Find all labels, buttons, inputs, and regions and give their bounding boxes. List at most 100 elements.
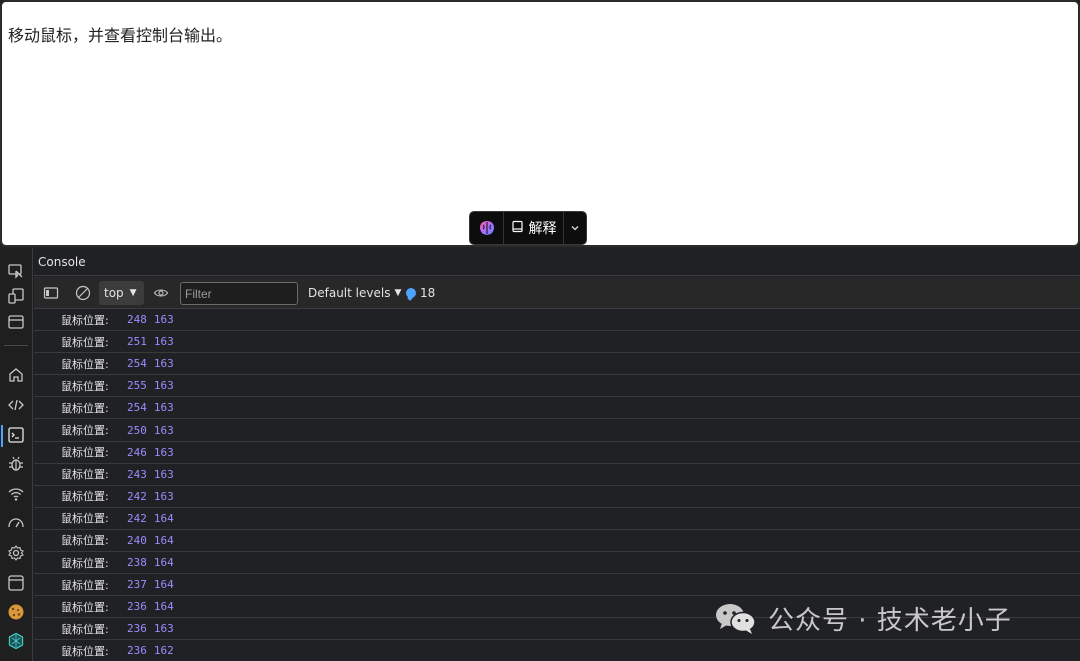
- log-label: 鼠标位置:: [61, 401, 109, 415]
- log-label: 鼠标位置:: [61, 357, 109, 371]
- tab-console[interactable]: Console: [38, 255, 86, 269]
- log-label: 鼠标位置:: [61, 556, 109, 570]
- log-row: 鼠标位置: 236 162: [34, 640, 1080, 661]
- settings-icon[interactable]: [5, 542, 27, 564]
- log-x: 246: [127, 445, 147, 459]
- log-x: 240: [127, 533, 147, 547]
- log-row: 鼠标位置: 240 164: [34, 530, 1080, 553]
- log-row: 鼠标位置: 255 163: [34, 375, 1080, 398]
- log-row: 鼠标位置: 242 164: [34, 508, 1080, 530]
- book-icon: [511, 220, 524, 237]
- log-y: 164: [153, 533, 174, 547]
- levels-label: Default levels: [308, 286, 391, 300]
- log-x: 236: [127, 622, 147, 636]
- log-y: 163: [153, 445, 174, 459]
- log-x: 242: [127, 511, 147, 525]
- log-y: 164: [153, 556, 174, 570]
- log-label: 鼠标位置:: [61, 335, 109, 349]
- log-y: 164: [153, 511, 174, 525]
- log-label: 鼠标位置:: [61, 379, 109, 393]
- context-value: top: [104, 286, 124, 300]
- console-toolbar: top ▼ Default levels ▼ 18: [34, 277, 1080, 309]
- log-y: 163: [153, 423, 174, 437]
- chevron-down-icon[interactable]: [564, 212, 586, 244]
- log-label: 鼠标位置:: [61, 490, 109, 504]
- clear-console-icon[interactable]: [74, 284, 92, 302]
- log-row: 鼠标位置: 238 164: [34, 552, 1080, 575]
- caret-down-icon: ▼: [394, 288, 402, 298]
- log-label: 鼠标位置:: [61, 578, 109, 592]
- log-y: 163: [153, 379, 174, 393]
- watermark-text: 公众号 · 技术老小子: [768, 605, 1012, 636]
- log-x: 250: [127, 423, 147, 437]
- log-row: 鼠标位置: 243 163: [34, 464, 1080, 486]
- log-label: 鼠标位置:: [61, 468, 109, 482]
- page-viewport: 移动鼠标，并查看控制台输出。 解释: [0, 0, 1080, 247]
- explain-button[interactable]: 解释: [504, 212, 564, 244]
- console-header: Console: [34, 248, 1080, 276]
- context-select[interactable]: top ▼: [99, 281, 144, 305]
- log-x: 248: [127, 313, 147, 327]
- log-x: 254: [127, 357, 147, 371]
- log-row: 鼠标位置: 246 163: [34, 442, 1080, 464]
- log-y: 163: [153, 401, 174, 415]
- sidebar-toggle-icon[interactable]: [42, 284, 60, 302]
- log-y: 164: [153, 578, 174, 592]
- message-count-badge[interactable]: 18: [406, 286, 435, 300]
- sources-bug-icon[interactable]: [5, 453, 27, 475]
- elements-icon[interactable]: [5, 394, 27, 416]
- log-label: 鼠标位置:: [61, 512, 109, 526]
- log-y: 164: [153, 600, 174, 614]
- log-y: 163: [153, 489, 174, 503]
- default-levels-select[interactable]: Default levels ▼: [308, 286, 401, 300]
- log-row: 鼠标位置: 237 164: [34, 574, 1080, 597]
- live-expression-eye-icon[interactable]: [152, 284, 170, 302]
- log-row: 鼠标位置: 254 163: [34, 397, 1080, 420]
- log-label: 鼠标位置:: [61, 424, 109, 438]
- log-y: 163: [153, 357, 174, 371]
- log-label: 鼠标位置:: [61, 313, 109, 327]
- extension-icon[interactable]: [5, 630, 27, 652]
- performance-icon[interactable]: [5, 512, 27, 534]
- log-label: 鼠标位置:: [61, 600, 109, 614]
- log-row: 鼠标位置: 250 163: [34, 419, 1080, 442]
- watermark: 公众号 · 技术老小子: [714, 598, 1012, 638]
- dock-icon[interactable]: [5, 311, 27, 333]
- filter-input[interactable]: [180, 282, 298, 305]
- home-icon[interactable]: [5, 364, 27, 386]
- message-count: 18: [420, 286, 436, 300]
- log-row: 鼠标位置: 251 163: [34, 331, 1080, 354]
- application-icon[interactable]: [5, 572, 27, 594]
- log-label: 鼠标位置:: [61, 534, 109, 548]
- brain-icon[interactable]: [470, 212, 504, 244]
- caret-down-icon: ▼: [129, 288, 137, 298]
- wechat-logo-icon: [714, 601, 758, 635]
- log-x: 255: [127, 379, 147, 393]
- inspect-icon[interactable]: [5, 260, 27, 282]
- cookie-icon[interactable]: [5, 601, 27, 623]
- active-indicator: [1, 425, 3, 447]
- log-x: 251: [127, 335, 147, 349]
- log-x: 238: [127, 556, 147, 570]
- network-icon[interactable]: [5, 483, 27, 505]
- log-x: 243: [127, 467, 147, 481]
- devtools-activity-bar: [0, 248, 33, 661]
- log-label: 鼠标位置:: [61, 622, 109, 636]
- log-row: 鼠标位置: 242 163: [34, 486, 1080, 508]
- console-icon[interactable]: [5, 424, 27, 446]
- log-x: 237: [127, 578, 147, 592]
- sidebar-divider: [4, 345, 28, 346]
- device-toggle-icon[interactable]: [5, 285, 27, 307]
- log-row: 鼠标位置: 248 163: [34, 309, 1080, 332]
- log-x: 242: [127, 489, 147, 503]
- instruction-text: 移动鼠标，并查看控制台输出。: [8, 26, 233, 45]
- log-x: 236: [127, 600, 147, 614]
- explain-label: 解释: [528, 221, 557, 237]
- log-y: 163: [153, 467, 174, 481]
- message-icon: [406, 288, 416, 298]
- log-row: 鼠标位置: 254 163: [34, 353, 1080, 376]
- log-y: 163: [153, 622, 174, 636]
- log-label: 鼠标位置:: [61, 644, 109, 658]
- log-label: 鼠标位置:: [61, 446, 109, 460]
- log-y: 163: [153, 335, 174, 349]
